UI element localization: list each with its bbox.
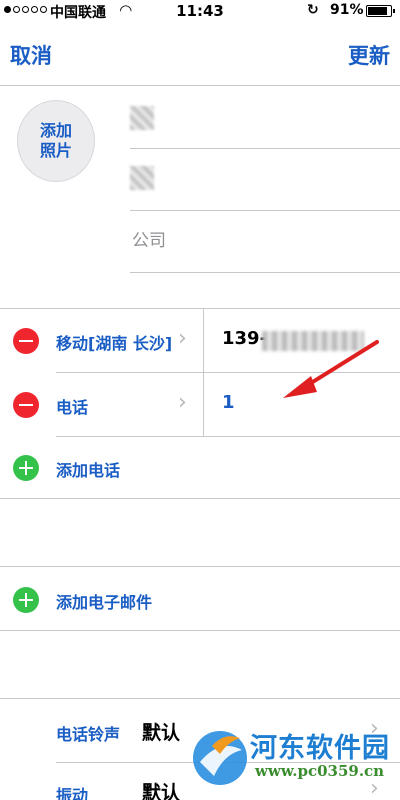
ringtone-label: 电话铃声 bbox=[56, 725, 121, 744]
divider bbox=[0, 630, 400, 631]
remove-phone-button[interactable] bbox=[13, 328, 39, 354]
last-name-field-blurred[interactable] bbox=[130, 106, 154, 130]
divider bbox=[130, 148, 400, 149]
phone-label[interactable]: 电话 bbox=[56, 394, 88, 418]
divider bbox=[130, 272, 400, 273]
divider bbox=[0, 498, 400, 499]
phone-number-input[interactable]: 1 bbox=[222, 392, 235, 413]
divider bbox=[203, 372, 204, 436]
add-phone-icon[interactable] bbox=[13, 455, 39, 481]
chevron-right-icon: › bbox=[178, 326, 187, 351]
add-phone-label: 添加电话 bbox=[56, 461, 121, 480]
add-phone-row[interactable]: 添加电话 bbox=[0, 436, 400, 498]
phone-label[interactable]: 移动[湖南 长沙] bbox=[56, 330, 172, 354]
add-email-icon[interactable] bbox=[13, 587, 39, 613]
watermark-logo-icon bbox=[193, 731, 247, 785]
company-field[interactable] bbox=[132, 228, 372, 254]
divider bbox=[130, 210, 400, 211]
watermark: 河东软件园 www.pc0359.cn bbox=[190, 722, 400, 796]
add-photo-label: 添加 照片 bbox=[39, 121, 72, 160]
annotation-arrow bbox=[283, 340, 379, 398]
add-email-row[interactable]: 添加电子邮件 bbox=[0, 566, 400, 630]
watermark-name: 河东软件园 bbox=[250, 733, 390, 764]
ringtone-value: 默认 bbox=[142, 722, 181, 744]
watermark-url: www.pc0359.cn bbox=[255, 762, 385, 780]
phone-number[interactable]: 139- bbox=[222, 328, 267, 349]
vibration-label: 振动 bbox=[56, 786, 89, 800]
battery-icon bbox=[366, 5, 395, 17]
update-button[interactable]: 更新 bbox=[348, 40, 390, 70]
vibration-value: 默认 bbox=[142, 782, 181, 800]
first-name-field-blurred[interactable] bbox=[130, 166, 154, 190]
battery-percentage: 91% bbox=[330, 2, 364, 18]
status-bar: 中国联通 ◠ 11:43 ↻ 91% bbox=[0, 0, 400, 22]
navigation-bar: 取消 更新 bbox=[0, 22, 400, 86]
chevron-right-icon: › bbox=[178, 390, 187, 415]
cancel-button[interactable]: 取消 bbox=[10, 40, 52, 70]
divider bbox=[203, 308, 204, 372]
orientation-lock-icon: ↻ bbox=[307, 2, 319, 18]
remove-phone-button[interactable] bbox=[13, 392, 39, 418]
add-photo-button[interactable]: 添加 照片 bbox=[17, 100, 95, 182]
add-email-label: 添加电子邮件 bbox=[56, 593, 153, 612]
